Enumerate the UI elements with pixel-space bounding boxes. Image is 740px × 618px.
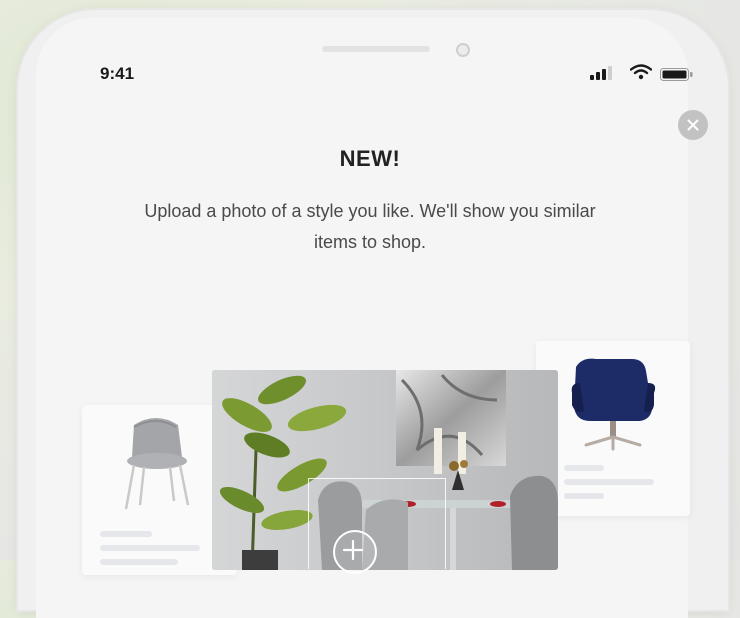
card-text-line bbox=[100, 545, 200, 551]
speaker-grill bbox=[322, 46, 430, 52]
modal-title: NEW! bbox=[339, 146, 401, 171]
plus-icon bbox=[342, 539, 364, 561]
close-icon bbox=[687, 119, 699, 131]
navy-armchair-image bbox=[571, 358, 656, 451]
add-photo-button[interactable] bbox=[333, 530, 377, 574]
front-camera bbox=[456, 43, 470, 57]
status-time: 9:41 bbox=[100, 64, 135, 83]
card-text-line bbox=[564, 465, 604, 471]
battery-icon bbox=[660, 68, 693, 81]
status-icons bbox=[590, 64, 700, 84]
signal-icon bbox=[590, 66, 612, 80]
card-text-line bbox=[564, 493, 604, 499]
product-card-right bbox=[536, 341, 690, 516]
close-button[interactable] bbox=[678, 110, 708, 140]
wifi-icon bbox=[630, 64, 652, 80]
card-text-line bbox=[564, 479, 654, 485]
card-text-line bbox=[100, 531, 152, 537]
scan-frame bbox=[308, 478, 446, 569]
modal-description: Upload a photo of a style you like. We'l… bbox=[144, 201, 596, 252]
